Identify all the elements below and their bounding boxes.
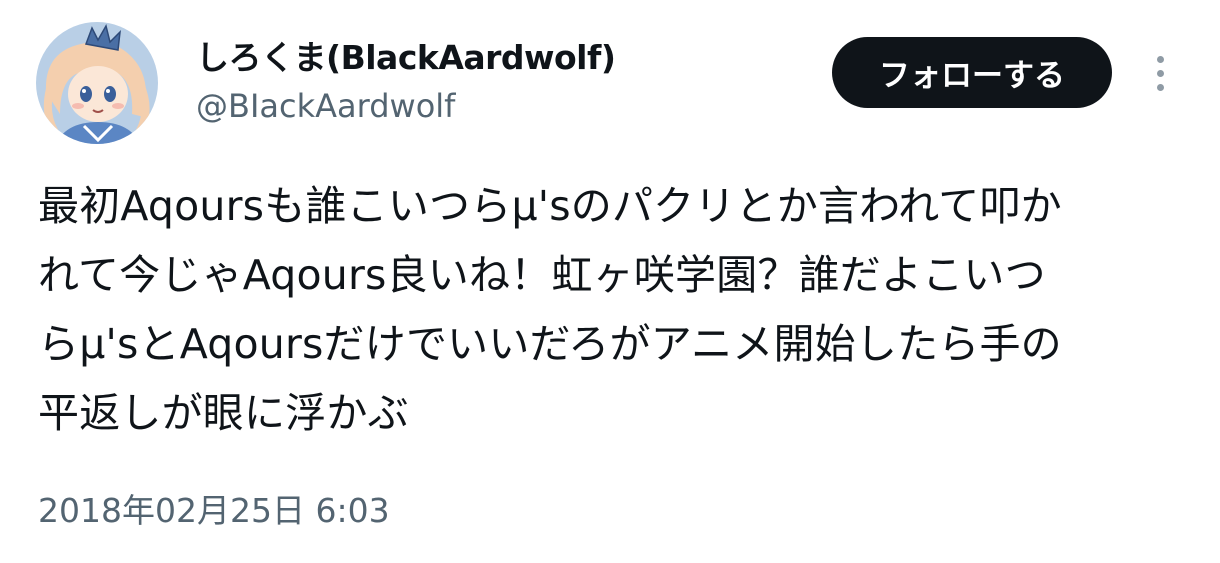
- more-dot: [1156, 69, 1164, 77]
- tweet-card: しろくま(BlackAardwolf) @BIackAardwolf フォローす…: [0, 0, 1220, 563]
- follow-button[interactable]: フォローする: [832, 37, 1112, 108]
- avatar-illustration-icon: [36, 22, 158, 144]
- avatar[interactable]: [36, 22, 158, 144]
- display-name[interactable]: しろくま(BlackAardwolf): [196, 36, 616, 80]
- more-vertical-icon[interactable]: [1146, 50, 1174, 96]
- more-dot: [1156, 55, 1164, 63]
- more-dot: [1156, 83, 1164, 91]
- tweet-timestamp[interactable]: 2018年02月25日 6:03: [38, 485, 390, 537]
- tweet-text: 最初Aqoursも誰こいつらμ'sのパクリとか言われて叩か れて今じゃAqour…: [38, 182, 1062, 437]
- user-handle[interactable]: @BIackAardwolf: [196, 84, 455, 128]
